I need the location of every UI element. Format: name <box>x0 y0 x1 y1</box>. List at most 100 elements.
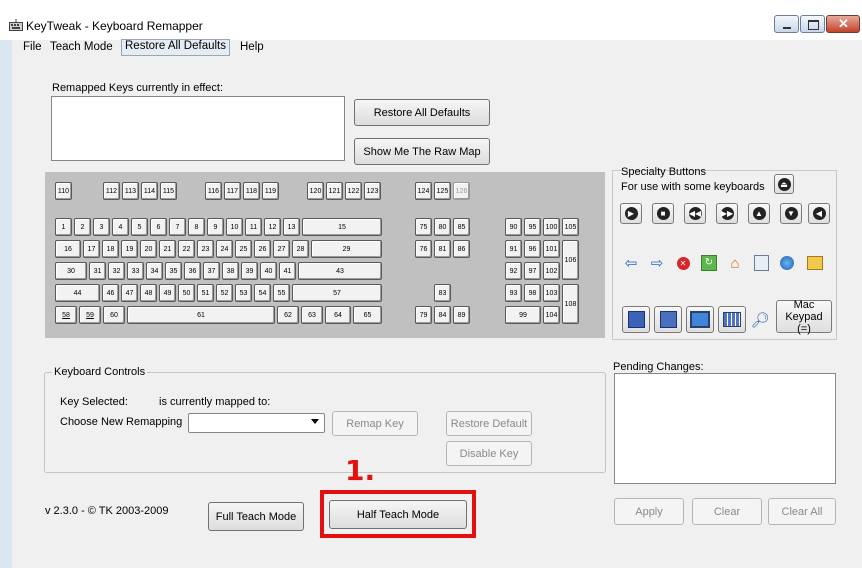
browser-home-button[interactable]: ⌂ <box>724 253 746 273</box>
key-44[interactable]: 44 <box>55 284 100 302</box>
key-60[interactable]: 60 <box>103 306 125 324</box>
key-8[interactable]: 8 <box>188 218 205 236</box>
calculator-button[interactable] <box>718 306 746 333</box>
key-31[interactable]: 31 <box>89 262 106 280</box>
key-126[interactable]: 126 <box>453 182 470 200</box>
key-122[interactable]: 122 <box>345 182 362 200</box>
key-103[interactable]: 103 <box>543 284 560 302</box>
remap-key-button[interactable]: Remap Key <box>332 411 418 436</box>
key-123[interactable]: 123 <box>364 182 381 200</box>
full-teach-mode-button[interactable]: Full Teach Mode <box>208 502 304 531</box>
key-95[interactable]: 95 <box>524 218 541 236</box>
key-6[interactable]: 6 <box>150 218 167 236</box>
volume-down-button[interactable]: ▼ <box>780 203 802 224</box>
key-51[interactable]: 51 <box>197 284 214 302</box>
key-32[interactable]: 32 <box>108 262 125 280</box>
key-93[interactable]: 93 <box>505 284 522 302</box>
menu-teach-mode[interactable]: Teach Mode <box>47 41 116 53</box>
key-52[interactable]: 52 <box>216 284 233 302</box>
key-7[interactable]: 7 <box>169 218 186 236</box>
key-13[interactable]: 13 <box>283 218 300 236</box>
key-85[interactable]: 85 <box>453 218 470 236</box>
key-43[interactable]: 43 <box>298 262 382 280</box>
key-113[interactable]: 113 <box>122 182 139 200</box>
key-24[interactable]: 24 <box>216 240 233 258</box>
half-teach-mode-button[interactable]: Half Teach Mode <box>329 500 467 529</box>
key-86[interactable]: 86 <box>453 240 470 258</box>
browser-search-button[interactable] <box>750 253 772 273</box>
key-9[interactable]: 9 <box>207 218 224 236</box>
key-53[interactable]: 53 <box>235 284 252 302</box>
key-108[interactable]: 108 <box>562 284 579 324</box>
key-112[interactable]: 112 <box>103 182 120 200</box>
apply-button[interactable]: Apply <box>614 498 684 525</box>
show-raw-map-button[interactable]: Show Me The Raw Map <box>354 138 490 165</box>
key-5[interactable]: 5 <box>131 218 148 236</box>
remapping-select[interactable] <box>188 413 325 433</box>
key-83[interactable]: 83 <box>434 284 451 302</box>
clear-all-button[interactable]: Clear All <box>768 498 836 525</box>
key-27[interactable]: 27 <box>273 240 290 258</box>
key-19[interactable]: 19 <box>121 240 138 258</box>
pending-changes-list[interactable] <box>614 373 836 484</box>
key-58[interactable]: 58 <box>55 306 77 324</box>
key-106[interactable]: 106 <box>562 240 579 280</box>
key-36[interactable]: 36 <box>184 262 201 280</box>
key-110[interactable]: 110 <box>55 182 72 200</box>
key-3[interactable]: 3 <box>93 218 110 236</box>
key-124[interactable]: 124 <box>415 182 432 200</box>
key-10[interactable]: 10 <box>226 218 243 236</box>
browser-forward-button[interactable]: ⇨ <box>646 253 668 273</box>
menu-restore-all-defaults[interactable]: Restore All Defaults <box>121 39 230 56</box>
key-64[interactable]: 64 <box>325 306 351 324</box>
key-1[interactable]: 1 <box>55 218 72 236</box>
search-button[interactable]: 🔎︎ <box>750 306 770 333</box>
key-41[interactable]: 41 <box>279 262 296 280</box>
key-115[interactable]: 115 <box>160 182 177 200</box>
key-48[interactable]: 48 <box>140 284 157 302</box>
key-39[interactable]: 39 <box>241 262 258 280</box>
browser-stop-button[interactable]: ✕ <box>672 253 694 273</box>
key-99[interactable]: 99 <box>505 306 541 324</box>
restore-default-button[interactable]: Restore Default <box>446 411 532 436</box>
key-20[interactable]: 20 <box>140 240 157 258</box>
my-computer-button[interactable] <box>686 306 714 333</box>
key-100[interactable]: 100 <box>543 218 560 236</box>
key-11[interactable]: 11 <box>245 218 262 236</box>
close-button[interactable]: ✕ <box>826 15 860 33</box>
key-55[interactable]: 55 <box>273 284 290 302</box>
key-4[interactable]: 4 <box>112 218 129 236</box>
key-35[interactable]: 35 <box>165 262 182 280</box>
eject-button[interactable]: ⏏ <box>774 174 794 194</box>
key-54[interactable]: 54 <box>254 284 271 302</box>
key-50[interactable]: 50 <box>178 284 195 302</box>
mail-button[interactable] <box>804 253 826 273</box>
menu-file[interactable]: File <box>20 41 45 53</box>
key-18[interactable]: 18 <box>102 240 119 258</box>
key-119[interactable]: 119 <box>262 182 279 200</box>
play-button[interactable]: ▶ <box>620 203 642 224</box>
key-25[interactable]: 25 <box>235 240 252 258</box>
minimize-button[interactable] <box>774 15 799 33</box>
media-select-button[interactable] <box>622 306 650 333</box>
key-101[interactable]: 101 <box>543 240 560 258</box>
mute-button[interactable]: ◀ <box>808 203 830 224</box>
key-80[interactable]: 80 <box>434 218 451 236</box>
key-21[interactable]: 21 <box>159 240 176 258</box>
fast-forward-button[interactable]: ▶▶ <box>716 203 738 224</box>
key-118[interactable]: 118 <box>243 182 260 200</box>
key-62[interactable]: 62 <box>277 306 299 324</box>
maximize-button[interactable] <box>800 15 825 33</box>
key-91[interactable]: 91 <box>505 240 522 258</box>
key-63[interactable]: 63 <box>301 306 323 324</box>
rewind-button[interactable]: ◀◀ <box>684 203 706 224</box>
key-59[interactable]: 59 <box>79 306 101 324</box>
key-98[interactable]: 98 <box>524 284 541 302</box>
key-49[interactable]: 49 <box>159 284 176 302</box>
key-17[interactable]: 17 <box>83 240 100 258</box>
key-84[interactable]: 84 <box>434 306 451 324</box>
remapped-keys-list[interactable] <box>51 96 345 161</box>
restore-all-defaults-button[interactable]: Restore All Defaults <box>354 99 490 126</box>
browser-back-button[interactable]: ⇦ <box>620 253 642 273</box>
key-65[interactable]: 65 <box>353 306 382 324</box>
